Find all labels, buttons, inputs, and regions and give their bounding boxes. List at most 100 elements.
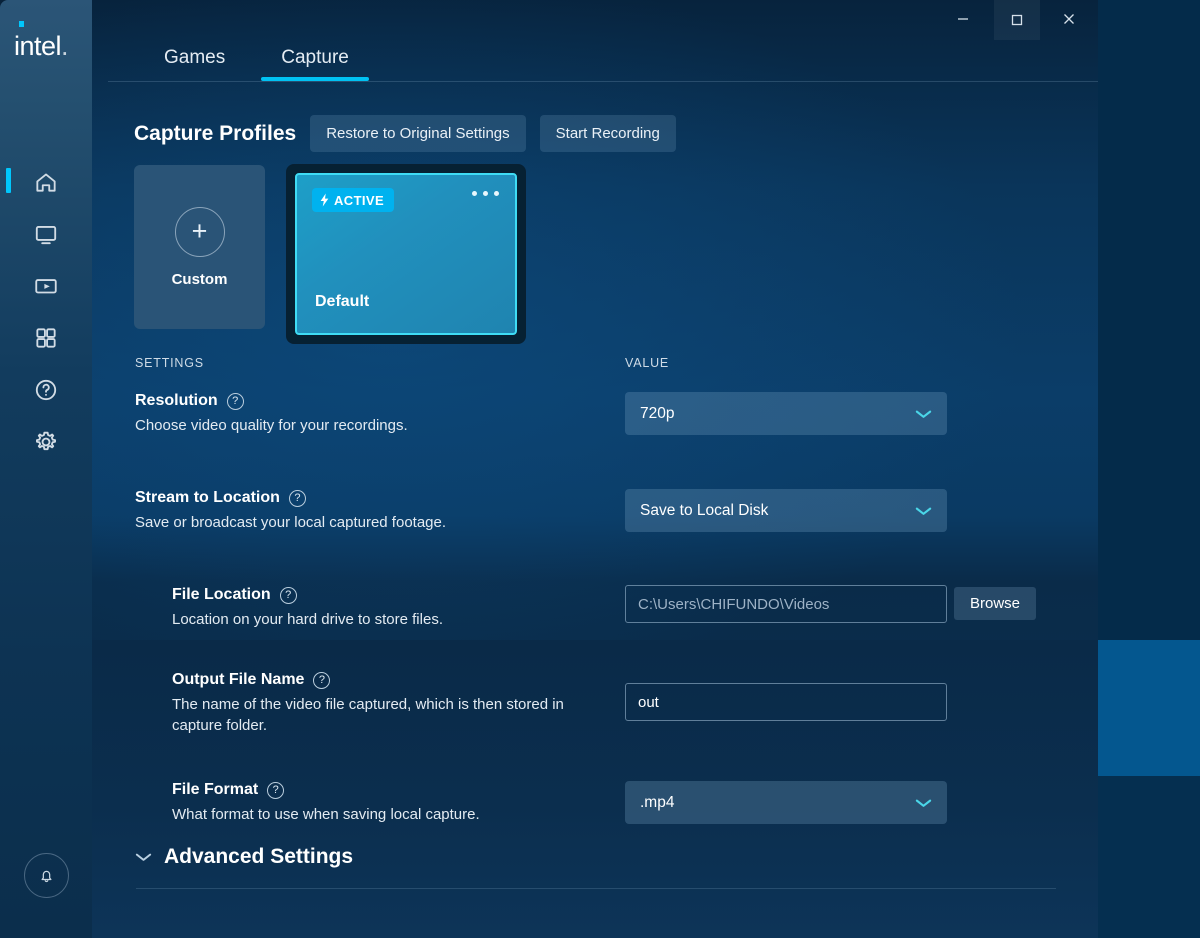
main-panel: Games Capture Capture Profiles Restore t…	[92, 0, 1098, 938]
help-icon[interactable]: ?	[289, 490, 306, 507]
default-profile-name: Default	[315, 293, 369, 311]
sidebar-item-settings[interactable]	[0, 416, 92, 468]
notifications-button[interactable]	[24, 853, 69, 898]
file-format-label-group: File Format ? What format to use when sa…	[172, 781, 480, 825]
chevron-down-icon	[914, 408, 933, 420]
file-format-value: .mp4	[640, 794, 674, 812]
custom-profile-label: Custom	[172, 271, 228, 288]
tab-bar: Games Capture	[136, 34, 377, 82]
file-location-description: Location on your hard drive to store fil…	[172, 609, 443, 630]
video-capture-icon	[33, 273, 59, 299]
value-column-header: VALUE	[625, 356, 669, 370]
resolution-select[interactable]: 720p	[625, 392, 947, 435]
tab-capture[interactable]: Capture	[253, 34, 377, 81]
close-icon	[1062, 12, 1076, 26]
label-line: File Location ?	[172, 586, 443, 604]
advanced-settings-divider	[136, 888, 1056, 889]
output-file-name-input[interactable]: out	[625, 683, 947, 721]
settings-column-header: SETTINGS	[135, 356, 204, 370]
sidebar-nav	[0, 156, 92, 468]
label-line: File Format ?	[172, 781, 480, 799]
restore-settings-button[interactable]: Restore to Original Settings	[310, 115, 525, 152]
intel-logo: intel.	[14, 30, 80, 62]
dot	[472, 191, 477, 196]
file-format-description: What format to use when saving local cap…	[172, 804, 480, 825]
sidebar: intel.	[0, 0, 92, 938]
maximize-button[interactable]	[994, 0, 1040, 40]
output-file-name-description: The name of the video file captured, whi…	[172, 694, 577, 737]
background-decor-block-blue	[1098, 640, 1200, 776]
tab-capture-label: Capture	[281, 47, 349, 69]
dot	[483, 191, 488, 196]
sidebar-item-display[interactable]	[0, 208, 92, 260]
file-location-label-group: File Location ? Location on your hard dr…	[172, 586, 443, 630]
label-line: Output File Name ?	[172, 671, 577, 689]
default-profile-card-frame: ACTIVE Default	[287, 165, 525, 343]
maximize-icon	[1010, 13, 1024, 27]
file-location-placeholder: C:\Users\CHIFUNDO\Videos	[638, 596, 829, 613]
intel-logo-text: intel.	[14, 33, 68, 60]
sidebar-item-studio[interactable]	[0, 260, 92, 312]
help-circle-icon	[33, 377, 59, 403]
stream-location-value: Save to Local Disk	[640, 502, 768, 520]
close-button[interactable]	[1046, 0, 1092, 38]
chevron-down-icon	[134, 851, 153, 863]
sidebar-item-help[interactable]	[0, 364, 92, 416]
file-location-label: File Location	[172, 586, 271, 604]
chevron-down-icon	[914, 505, 933, 517]
minimize-button[interactable]	[940, 0, 986, 38]
lightning-bolt-icon	[318, 193, 331, 207]
tab-games-label: Games	[164, 47, 225, 69]
file-format-select[interactable]: .mp4	[625, 781, 947, 824]
arc-control-window: intel.	[0, 0, 1098, 938]
intel-logo-dot	[19, 21, 24, 27]
background-right-lower	[1098, 776, 1200, 938]
tab-games[interactable]: Games	[136, 34, 253, 81]
gear-icon	[33, 429, 59, 455]
label-line: Stream to Location ?	[135, 489, 446, 507]
resolution-label: Resolution	[135, 392, 218, 410]
browse-button[interactable]: Browse	[954, 587, 1036, 620]
output-file-name-label: Output File Name	[172, 671, 304, 689]
resolution-value: 720p	[640, 405, 674, 423]
label-line: Resolution ?	[135, 392, 408, 410]
stream-location-label: Stream to Location	[135, 489, 280, 507]
custom-profile-card[interactable]: + Custom	[134, 165, 265, 329]
start-recording-button[interactable]: Start Recording	[540, 115, 676, 152]
advanced-settings-toggle[interactable]: Advanced Settings	[134, 845, 353, 869]
active-indicator	[6, 168, 11, 193]
background-right-upper	[1098, 0, 1200, 640]
sidebar-item-home[interactable]	[0, 156, 92, 208]
minimize-icon	[956, 12, 970, 26]
home-icon	[33, 169, 59, 195]
stream-location-select[interactable]: Save to Local Disk	[625, 489, 947, 532]
profile-card-list: + Custom ACTIVE	[134, 165, 525, 343]
stream-location-label-group: Stream to Location ? Save or broadcast y…	[135, 489, 446, 533]
default-profile-card[interactable]: ACTIVE Default	[295, 173, 517, 335]
file-location-input[interactable]: C:\Users\CHIFUNDO\Videos	[625, 585, 947, 623]
status-badge: ACTIVE	[312, 188, 394, 212]
bell-icon	[37, 866, 56, 885]
advanced-settings-label: Advanced Settings	[164, 845, 353, 869]
help-icon[interactable]: ?	[313, 672, 330, 689]
help-icon[interactable]: ?	[280, 587, 297, 604]
intel-logo-label: intel	[14, 31, 61, 61]
intel-logo-period: .	[61, 31, 68, 61]
grid-apps-icon	[33, 325, 59, 351]
plus-glyph: +	[192, 218, 208, 245]
dot	[494, 191, 499, 196]
resolution-description: Choose video quality for your recordings…	[135, 415, 408, 436]
help-icon[interactable]: ?	[227, 393, 244, 410]
output-file-name-label-group: Output File Name ? The name of the video…	[172, 671, 577, 737]
chevron-down-icon	[914, 797, 933, 809]
status-badge-label: ACTIVE	[334, 193, 384, 208]
resolution-label-group: Resolution ? Choose video quality for yo…	[135, 392, 408, 436]
profile-more-options-button[interactable]	[472, 191, 499, 196]
monitor-icon	[33, 221, 59, 247]
screen-root: intel.	[0, 0, 1200, 938]
tab-divider	[108, 81, 1098, 82]
help-icon[interactable]: ?	[267, 782, 284, 799]
page-title: Capture Profiles	[134, 122, 296, 146]
sidebar-item-apps[interactable]	[0, 312, 92, 364]
output-file-name-value: out	[638, 694, 659, 711]
